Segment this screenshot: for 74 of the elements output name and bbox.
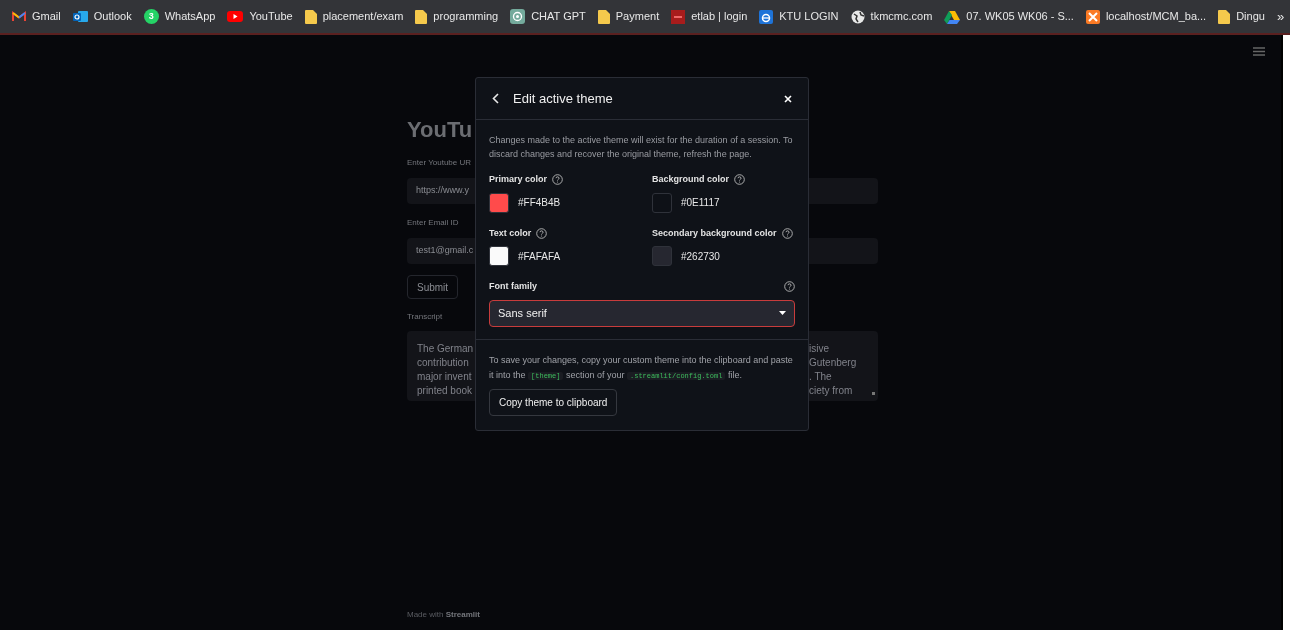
input-field[interactable] (809, 178, 878, 204)
text-area[interactable]: isive Gutenberg . The ciety from (809, 331, 878, 401)
folder-icon (597, 9, 610, 24)
input-field[interactable] (809, 238, 878, 264)
bookmark-link[interactable]: 07. WK05 WK06 - S... (944, 8, 1074, 25)
text-line: major invent (417, 370, 473, 384)
bookmark-link[interactable]: programming (415, 8, 499, 25)
input-field[interactable]: test1@gmail.c (407, 238, 475, 264)
globe-icon (850, 9, 865, 24)
bookmark-link[interactable]: etlab | login (671, 8, 748, 25)
text-area[interactable]: The German contribution major invent printed book (407, 331, 475, 401)
color-swatch[interactable] (652, 192, 672, 213)
bookmark-link[interactable]: YouTube (227, 8, 293, 25)
text-line: ciety from (809, 384, 853, 398)
dialog-title: Edit active theme (513, 89, 614, 108)
chat-bubble-icon: 3 (143, 9, 159, 24)
help-icon[interactable] (734, 174, 745, 186)
text-line: isive (809, 342, 829, 356)
mail-icon (12, 11, 26, 22)
mail-icon (72, 10, 88, 23)
field-label: Primary color (489, 173, 548, 186)
bookmark-link[interactable]: KTU LOGIN (759, 8, 839, 25)
page-title: YouTu (407, 116, 474, 144)
color-value: #262730 (681, 249, 720, 264)
intro-text: Changes made to the active theme will exist for the duration of a session. To discard changes and recover the original theme, refresh the page. (489, 134, 794, 161)
submit-button[interactable]: Submit (407, 275, 459, 299)
caret-icon (779, 311, 786, 315)
field-label: Transcript (407, 312, 444, 322)
text-line: Gutenberg (809, 356, 857, 370)
close-icon[interactable] (784, 94, 792, 103)
folder-icon (415, 9, 428, 24)
color-swatch[interactable] (489, 192, 509, 213)
bookmark-link[interactable]: CHAT GPT (510, 8, 586, 25)
field-label: Enter Youtube UR (407, 158, 473, 168)
color-value: #FF4B4B (518, 196, 561, 210)
folder-icon (1218, 9, 1231, 24)
color-value: #0E1117 (681, 196, 720, 210)
bookmark-link[interactable]: 3 WhatsApp (143, 8, 216, 25)
back-icon[interactable] (492, 93, 499, 104)
triangle-icon (944, 9, 961, 24)
font-select[interactable]: Sans serif (489, 299, 795, 327)
more-bookmarks-button[interactable]: » (1276, 6, 1285, 27)
color-swatch[interactable] (489, 246, 509, 266)
input-field[interactable]: https://www.y (407, 178, 475, 204)
field-label: Text color (489, 226, 532, 240)
e-letter-icon (759, 9, 774, 24)
field-label: Font family (489, 280, 537, 293)
menu-icon[interactable] (1253, 47, 1265, 56)
copy-theme-button[interactable]: Copy theme to clipboard (489, 388, 618, 416)
help-icon[interactable] (781, 227, 793, 239)
bookmark-link[interactable]: placement/exam (304, 8, 404, 25)
help-icon[interactable] (552, 174, 564, 186)
bookmark-link[interactable]: Dingu (1218, 8, 1265, 25)
square-icon (671, 9, 686, 24)
color-value: #FAFAFA (518, 249, 561, 264)
help-icon[interactable] (536, 227, 548, 239)
text-line: contribution (417, 356, 470, 370)
text-line: . The (809, 370, 832, 384)
footer-text: Made with Streamlit (407, 609, 480, 621)
folder-icon (304, 9, 317, 24)
play-icon (227, 11, 244, 22)
field-label: Background color (652, 173, 729, 186)
field-label: Enter Email ID (407, 218, 460, 228)
field-label: Secondary background color (652, 226, 777, 240)
color-swatch[interactable] (652, 246, 672, 266)
help-icon[interactable] (784, 281, 795, 293)
text-line: The German (417, 342, 475, 356)
bookmark-link[interactable]: tkmcmc.com (850, 8, 933, 25)
bookmark-link[interactable]: Gmail (12, 8, 61, 25)
resize-handle-icon[interactable] (872, 392, 875, 395)
text-line: printed book (417, 384, 474, 398)
bookmark-link[interactable]: localhost/MCM_ba... (1085, 8, 1207, 25)
bookmark-link[interactable]: Outlook (72, 8, 132, 25)
bookmark-link[interactable]: Payment (597, 8, 660, 25)
